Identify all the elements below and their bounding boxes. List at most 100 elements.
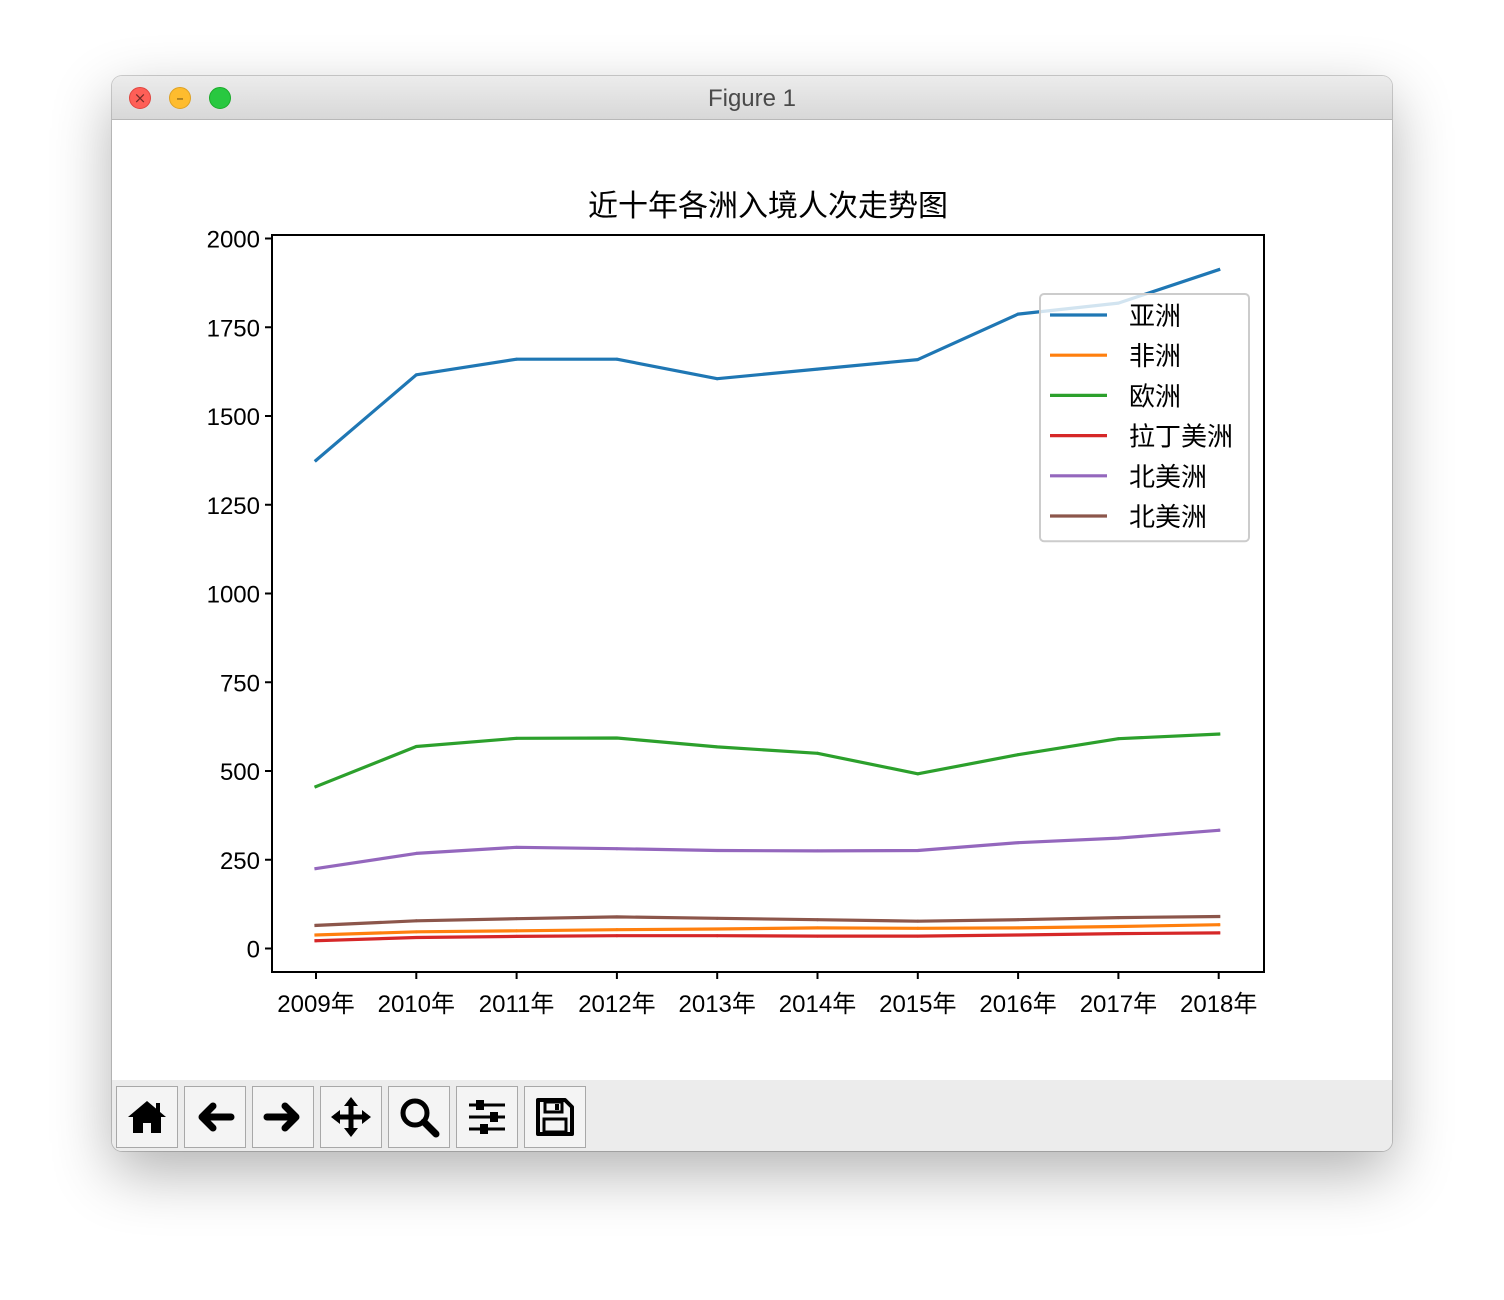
back-arrow-icon [198,1102,235,1132]
data-point [1116,924,1120,928]
data-point [615,934,619,938]
line-chart: 近十年各洲入境人次走势图 0 250 500 750 1000 1250 1500 1750 2… [207,189,1265,1018]
data-point [1016,918,1020,922]
data-point [1217,732,1221,736]
x-tick-label: 2014年 [779,991,856,1018]
window-title: Figure 1 [707,85,797,112]
data-point [1016,312,1020,316]
figure-window: × – Figure 1 近十年各洲入境人次走势图 0 250 500 750 1000… [112,76,1392,1151]
series-line [314,931,1221,943]
zoom-icon [400,1098,440,1138]
y-tick-label: 2000 [207,227,260,254]
legend-label: 亚洲 [1129,302,1181,332]
x-tick-label: 2016年 [979,991,1056,1018]
home-icon [128,1101,166,1133]
data-point [615,357,619,361]
x-tick-label: 2018年 [1180,991,1257,1018]
x-tick-label: 2009年 [277,991,354,1018]
legend-label: 北美洲 [1129,503,1207,533]
data-point [816,918,819,922]
save-button[interactable] [524,1086,586,1148]
data-point [1016,926,1020,930]
data-point [314,923,318,927]
y-tick-label: 0 [247,937,260,964]
data-point [314,939,318,943]
data-point [715,745,719,749]
y-tick-label: 1250 [207,493,260,520]
figure-canvas[interactable]: 近十年各洲入境人次走势图 0 250 500 750 1000 1250 1500 1750 2… [112,120,1392,1080]
data-point [916,358,920,362]
data-point [816,751,819,755]
data-point [916,919,920,923]
configure-subplots-button[interactable] [456,1086,518,1148]
data-point [1016,753,1020,757]
legend-label: 拉丁美洲 [1129,423,1233,453]
data-point [916,934,920,938]
series-line [314,828,1221,871]
data-point [414,919,418,923]
title-bar: × – Figure 1 [112,76,1392,120]
back-button[interactable] [184,1086,246,1148]
data-point [414,935,418,939]
data-point [515,929,519,933]
forward-button[interactable] [252,1086,314,1148]
data-point [515,934,519,938]
data-point [515,845,519,849]
data-point [1116,737,1120,741]
zoom-button[interactable] [388,1086,450,1148]
x-tick-label: 2013年 [679,991,756,1018]
data-point [615,915,619,919]
y-tick-label: 1750 [207,315,260,342]
series-line [313,732,1221,789]
data-point [1217,268,1221,272]
data-point [414,745,418,749]
data-point [414,930,418,934]
data-point [1016,933,1020,937]
data-point [1217,931,1221,935]
data-point [615,928,619,932]
data-point [1217,923,1221,927]
data-point [615,736,619,740]
x-tick-label: 2012年 [578,991,655,1018]
pan-button[interactable] [320,1086,382,1148]
data-point [1116,916,1120,920]
save-icon [536,1098,574,1136]
y-tick-label: 1500 [207,404,260,431]
legend-label: 非洲 [1129,342,1181,372]
navigation-toolbar [112,1080,1392,1151]
data-point [916,772,920,776]
data-point [414,851,418,855]
home-button[interactable] [116,1086,178,1148]
data-point [615,847,619,851]
data-point [515,917,519,921]
x-tick-label: 2017年 [1080,991,1157,1018]
data-point [816,934,819,938]
pan-icon [331,1097,371,1137]
data-point [715,934,719,938]
data-point [715,849,719,853]
chart-title: 近十年各洲入境人次走势图 [588,189,948,224]
data-point [515,736,519,740]
data-point [715,927,719,931]
data-point [314,785,318,789]
legend-label: 北美洲 [1129,463,1207,493]
data-point [816,849,819,853]
data-point [916,926,920,930]
y-tick-label: 250 [220,848,260,875]
y-tick-label: 500 [220,759,260,786]
data-point [314,458,318,462]
y-tick-label: 750 [220,670,260,697]
data-point [1116,836,1120,840]
data-point [916,849,920,853]
data-point [715,916,719,920]
x-tick-label: 2015年 [879,991,956,1018]
data-point [715,377,719,381]
configure-subplots-icon [469,1100,505,1134]
data-point [515,357,519,361]
data-point [1016,841,1020,845]
series-line [314,914,1221,928]
data-point [1217,915,1221,919]
x-tick-label: 2010年 [378,991,455,1018]
data-point [816,367,819,371]
data-point [314,933,318,937]
